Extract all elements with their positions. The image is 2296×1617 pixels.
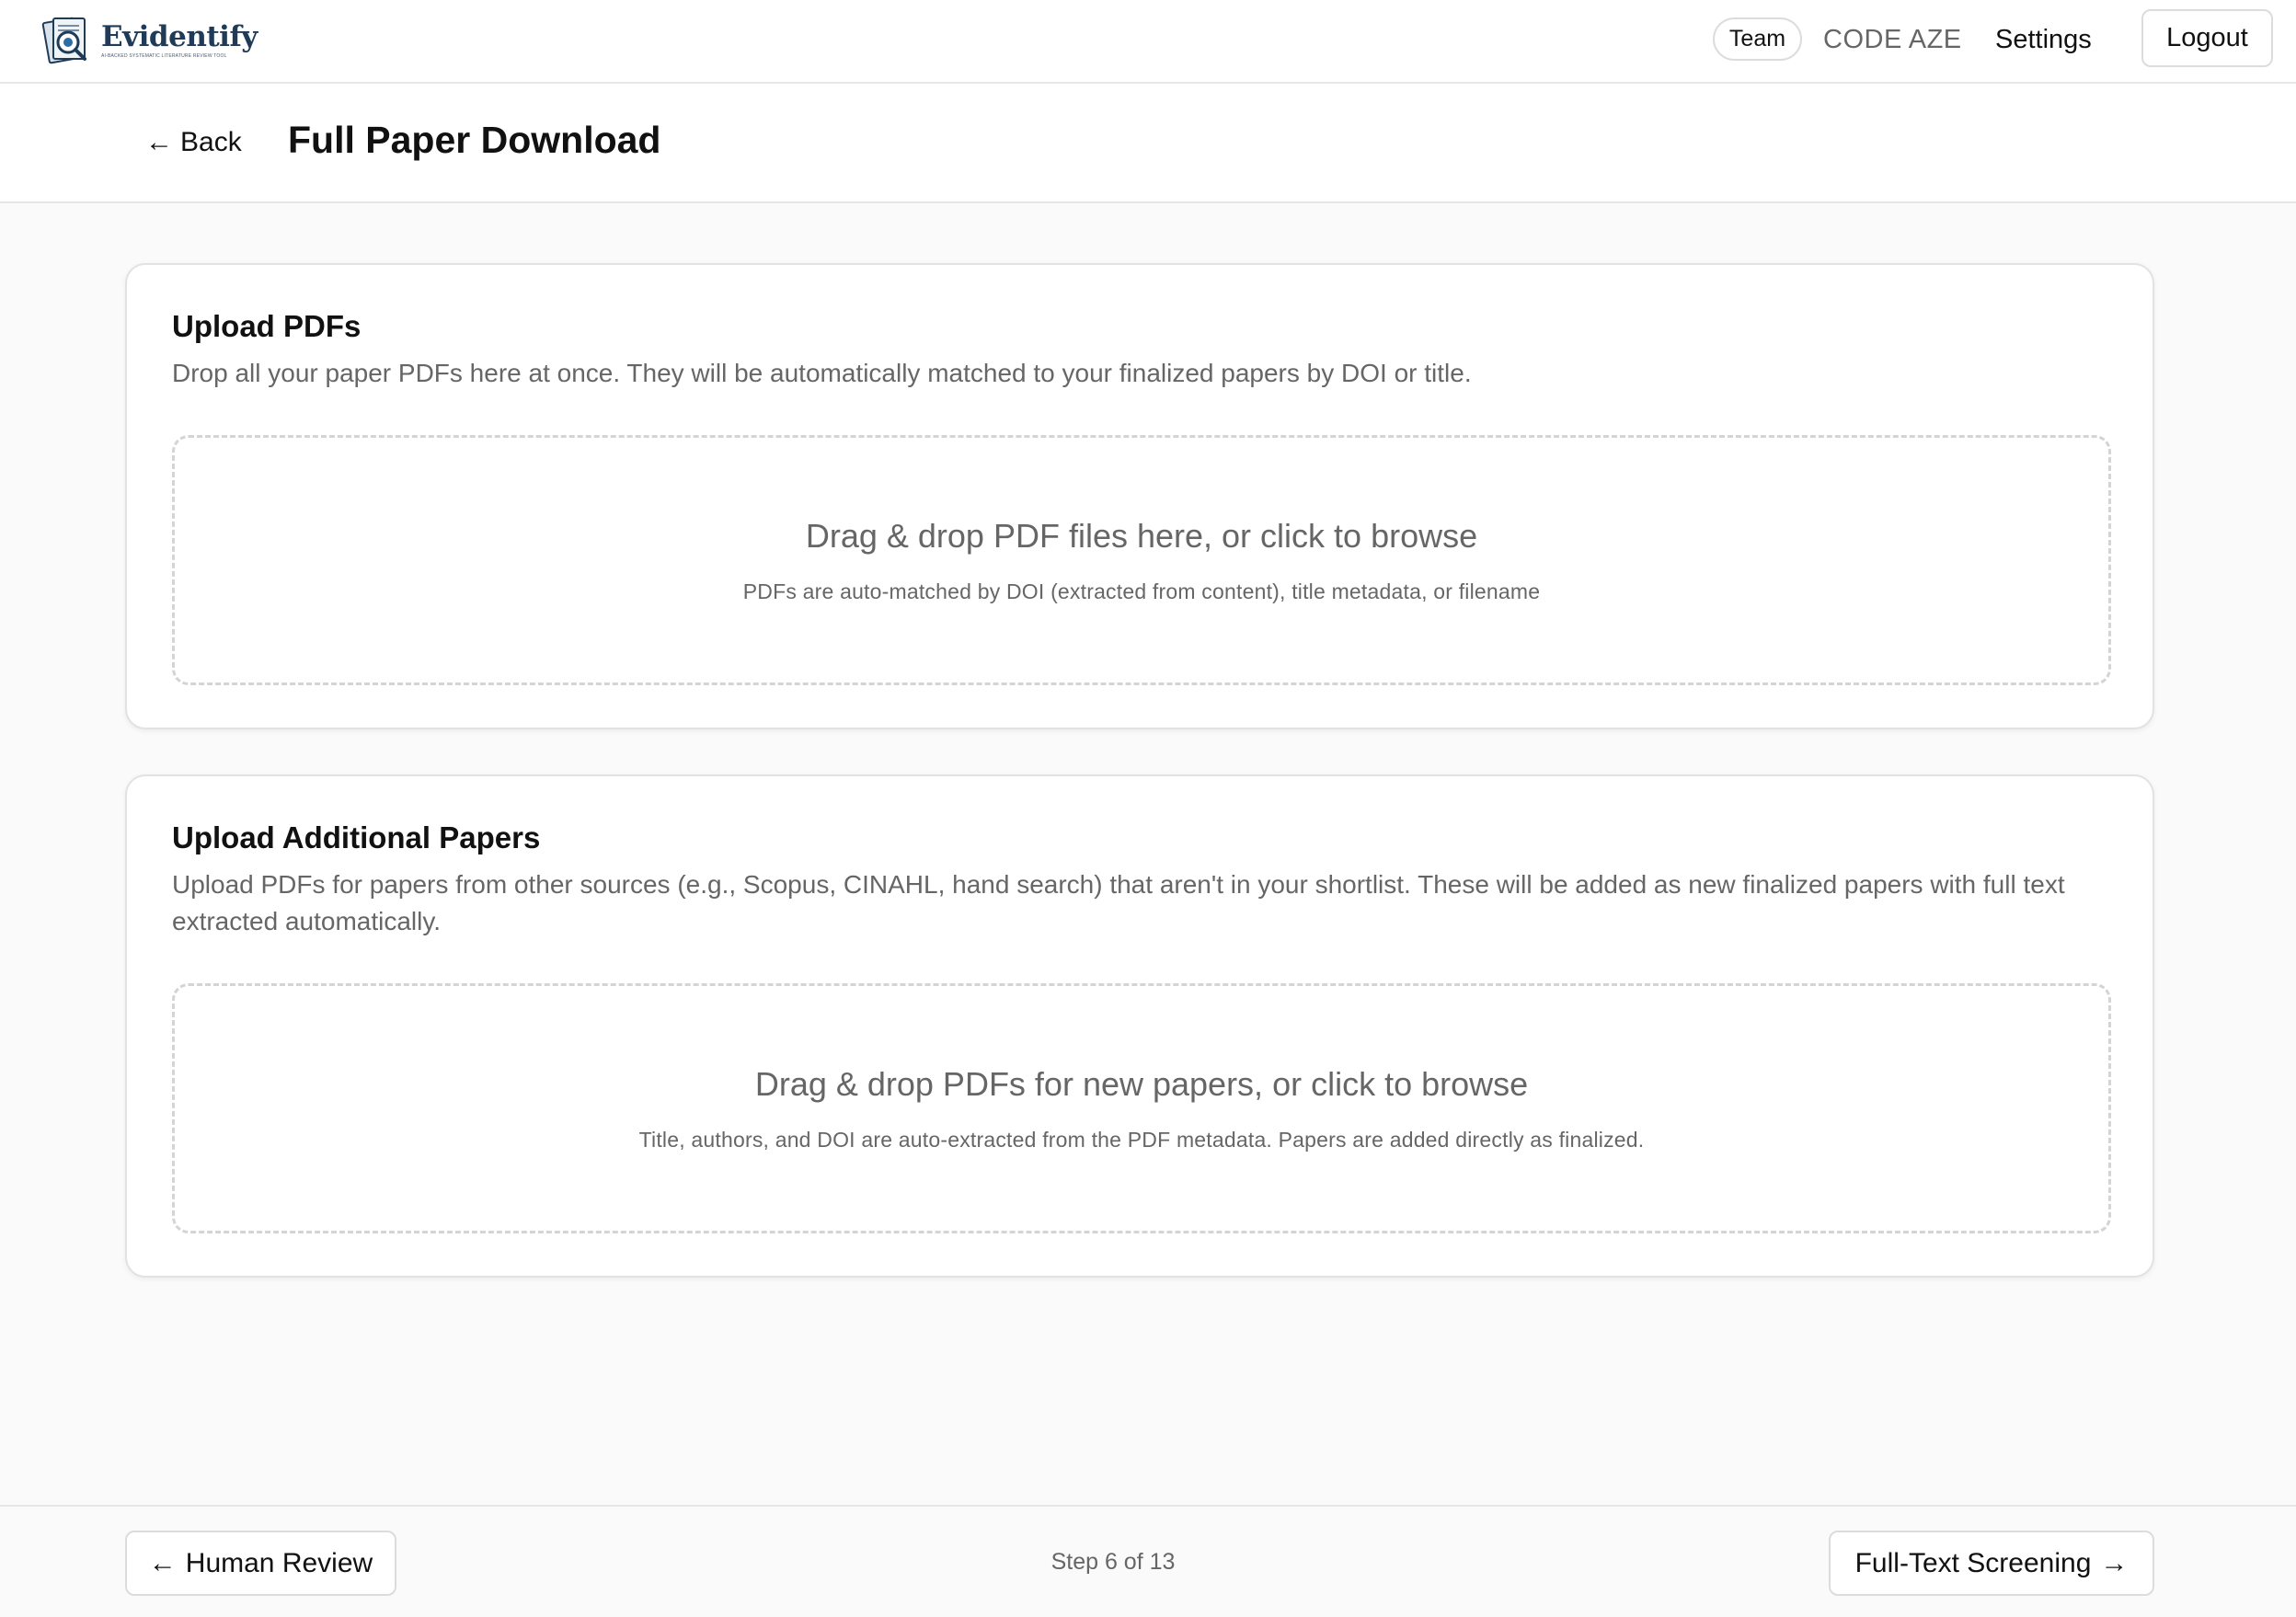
logout-button[interactable]: Logout	[2141, 9, 2273, 67]
arrow-right-icon: →	[2100, 1547, 2129, 1578]
next-step-label: Full-Text Screening	[1854, 1547, 2092, 1578]
magnifier-document-icon	[41, 17, 86, 64]
settings-link[interactable]: Settings	[1995, 22, 2092, 57]
upload-additional-card: Upload Additional Papers Upload PDFs for…	[125, 774, 2154, 1278]
back-label: Back	[180, 127, 242, 157]
dropzone-hint-text: Title, authors, and DOI are auto-extract…	[638, 1127, 1645, 1152]
dropzone-main-text: Drag & drop PDF files here, or click to …	[805, 516, 1478, 555]
dropzone-hint-text: PDFs are auto-matched by DOI (extracted …	[742, 579, 1541, 603]
arrow-left-icon: ←	[145, 127, 173, 157]
brand-tagline: AI-BACKED SYSTEMATIC LITERATURE REVIEW T…	[101, 52, 227, 59]
upload-pdfs-title: Upload PDFs	[172, 309, 362, 343]
page-header: ← Back Full Paper Download	[0, 84, 2296, 203]
pdf-dropzone[interactable]: Drag & drop PDF files here, or click to …	[172, 435, 2111, 685]
dropzone-main-text: Drag & drop PDFs for new papers, or clic…	[754, 1064, 1529, 1103]
upload-additional-title: Upload Additional Papers	[172, 820, 541, 854]
team-badge[interactable]: Team	[1713, 17, 1802, 61]
upload-additional-description: Upload PDFs for papers from other source…	[172, 870, 2065, 935]
additional-pdf-dropzone[interactable]: Drag & drop PDFs for new papers, or clic…	[172, 983, 2111, 1233]
next-step-button[interactable]: Full-Text Screening →	[1829, 1531, 2154, 1596]
top-navbar: Evidentify AI-BACKED SYSTEMATIC LITERATU…	[0, 0, 2296, 84]
step-footer: ← Human Review Step 6 of 13 Full-Text Sc…	[0, 1505, 2296, 1617]
brand-logo[interactable]: Evidentify AI-BACKED SYSTEMATIC LITERATU…	[40, 13, 258, 68]
upload-pdfs-description: Drop all your paper PDFs here at once. T…	[172, 359, 1472, 387]
brand-name: Evidentify	[101, 19, 258, 53]
user-code: CODE AZE	[1823, 25, 1962, 54]
back-button[interactable]: ← Back	[145, 124, 242, 161]
upload-pdfs-card: Upload PDFs Drop all your paper PDFs her…	[125, 263, 2154, 729]
page-title: Full Paper Download	[288, 119, 661, 161]
